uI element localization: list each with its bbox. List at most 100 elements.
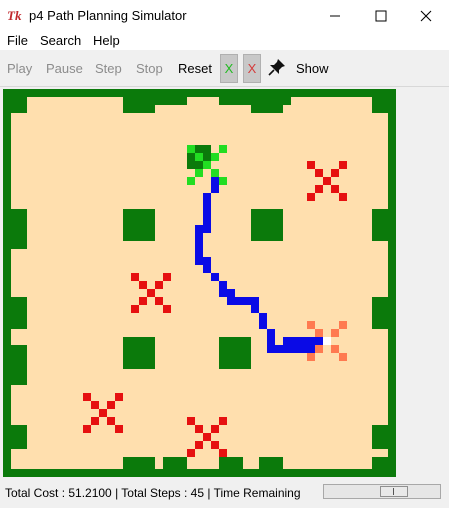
wall-block <box>163 97 187 105</box>
path-cell <box>211 273 219 281</box>
goal-marker-cell <box>339 321 347 329</box>
title-bar: Tk p4 Path Planning Simulator <box>0 0 449 32</box>
path-cell <box>203 209 211 217</box>
wall-block <box>219 337 251 369</box>
path-cell <box>299 345 307 353</box>
obstacle-x-cell <box>147 289 155 297</box>
obstacle-x-cell <box>131 273 139 281</box>
wall-top <box>3 89 396 97</box>
play-button[interactable]: Play <box>7 59 32 79</box>
wall-block <box>251 209 283 241</box>
start-marker-cell <box>211 169 219 177</box>
set-goal-button[interactable]: X <box>243 54 261 83</box>
wall-block <box>11 345 27 385</box>
pause-button[interactable]: Pause <box>46 59 83 79</box>
wall-block <box>251 97 283 113</box>
reset-button[interactable]: Reset <box>178 59 212 79</box>
wall-right <box>388 89 396 477</box>
wall-block <box>123 337 155 369</box>
path-cell <box>315 337 323 345</box>
path-cell <box>219 289 227 297</box>
goal-center-cell <box>323 337 331 345</box>
wall-block <box>219 97 251 105</box>
speed-slider[interactable] <box>323 484 441 499</box>
obstacle-x-cell <box>91 417 99 425</box>
obstacle-x-cell <box>315 169 323 177</box>
pushpin-icon[interactable] <box>268 58 286 78</box>
path-cell <box>251 297 259 305</box>
obstacle-x-cell <box>323 177 331 185</box>
wall-block <box>11 97 27 113</box>
path-cell <box>259 313 267 321</box>
slider-thumb[interactable] <box>380 486 408 497</box>
goal-marker-cell <box>331 329 339 337</box>
menu-search[interactable]: Search <box>40 33 81 48</box>
start-marker-cell <box>195 169 203 177</box>
path-cell <box>299 337 307 345</box>
wall-block <box>123 209 155 241</box>
toolbar: Play Pause Step Stop Reset X X Show <box>0 52 449 87</box>
close-button[interactable] <box>403 0 449 32</box>
path-cell <box>267 329 275 337</box>
close-icon <box>420 10 432 22</box>
obstacle-x-cell <box>163 305 171 313</box>
obstacle-x-cell <box>211 441 219 449</box>
obstacle-x-cell <box>307 193 315 201</box>
path-cell <box>203 217 211 225</box>
path-cell <box>203 257 211 265</box>
path-cell <box>195 249 203 257</box>
path-cell <box>267 345 275 353</box>
obstacle-x-cell <box>115 425 123 433</box>
minimize-icon <box>330 15 340 17</box>
obstacle-x-cell <box>107 417 115 425</box>
wall-block <box>372 297 388 329</box>
wall-block <box>283 97 291 105</box>
maximize-icon <box>375 10 387 22</box>
wall-block <box>372 425 388 449</box>
obstacle-x-cell <box>83 425 91 433</box>
menu-bar: File Search Help <box>0 32 449 50</box>
grid-canvas <box>3 89 396 477</box>
path-cell <box>203 193 211 201</box>
menu-file[interactable]: File <box>7 33 28 48</box>
obstacle-x-cell <box>203 433 211 441</box>
start-marker-cell <box>219 177 227 185</box>
path-cell <box>307 337 315 345</box>
start-marker-cell <box>219 145 227 153</box>
side-panel <box>398 89 449 477</box>
wall-block <box>372 457 388 469</box>
start-marker-cell <box>203 161 211 169</box>
start-marker-cell <box>187 177 195 185</box>
wall-block <box>155 97 163 105</box>
grid-map[interactable] <box>3 89 396 477</box>
path-cell <box>275 345 283 353</box>
show-button[interactable]: Show <box>296 59 329 79</box>
wall-block <box>163 457 187 469</box>
path-cell <box>211 185 219 193</box>
obstacle-x-cell <box>107 401 115 409</box>
path-cell <box>283 345 291 353</box>
path-cell <box>267 337 275 345</box>
obstacle-x-cell <box>139 297 147 305</box>
path-cell <box>251 305 259 313</box>
obstacle-x-cell <box>339 193 347 201</box>
stop-button[interactable]: Stop <box>136 59 163 79</box>
wall-block <box>259 457 283 469</box>
obstacle-x-cell <box>339 161 347 169</box>
path-cell <box>291 337 299 345</box>
wall-block <box>11 297 27 329</box>
step-button[interactable]: Step <box>95 59 122 79</box>
wall-block <box>123 97 155 113</box>
goal-marker-cell <box>307 353 315 361</box>
menu-help[interactable]: Help <box>93 33 120 48</box>
minimize-button[interactable] <box>312 0 358 32</box>
path-cell <box>243 297 251 305</box>
wall-block <box>11 209 27 249</box>
set-start-button[interactable]: X <box>220 54 238 83</box>
path-cell <box>195 241 203 249</box>
maximize-button[interactable] <box>358 0 404 32</box>
obstacle-x-cell <box>187 417 195 425</box>
obstacle-x-cell <box>195 425 203 433</box>
obstacle-x-cell <box>331 169 339 177</box>
obstacle-x-cell <box>211 425 219 433</box>
